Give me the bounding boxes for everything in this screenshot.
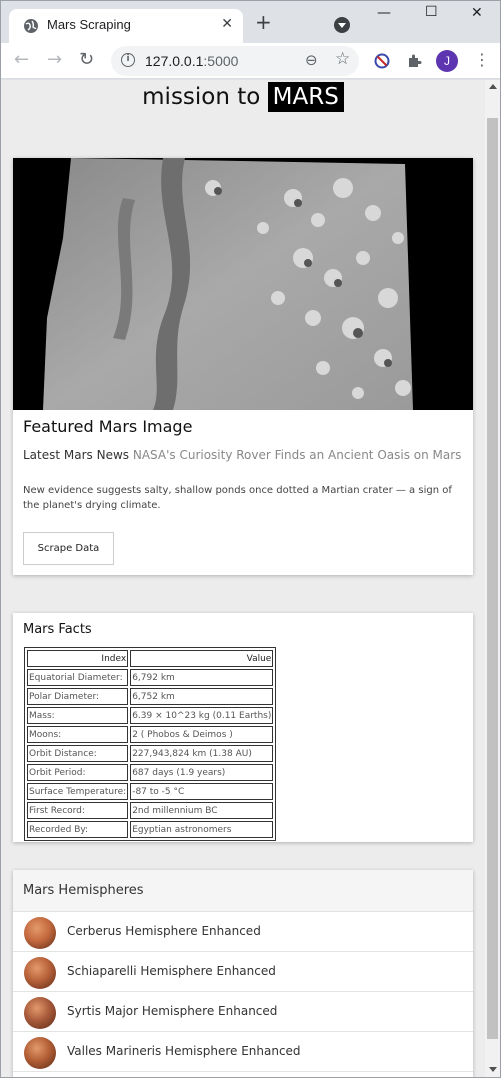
mars-facts-title: Mars Facts <box>23 622 92 637</box>
featured-mars-image[interactable] <box>13 158 473 410</box>
page-title: mission to MARS <box>1 82 485 112</box>
table-row: Surface Temperature: -87 to -5 °C <box>27 783 274 800</box>
hemispheres-card: Mars Hemispheres Cerberus Hemisphere Enh… <box>13 870 473 1077</box>
close-tab-icon[interactable]: ✕ <box>221 16 233 32</box>
fact-value-cell: 6.39 × 10^23 kg (0.11 Earths) <box>130 707 274 724</box>
fact-index-cell: Surface Temperature: <box>27 783 129 800</box>
hemisphere-thumbnail[interactable] <box>23 1037 57 1069</box>
fact-value-cell: 6,752 km <box>130 688 274 705</box>
fact-index-cell: Polar Diameter: <box>27 688 129 705</box>
title-prefix: mission to <box>142 84 261 110</box>
page-viewport: mission to MARS Featured Mars Image Late… <box>1 80 500 1077</box>
fact-value-cell: -87 to -5 °C <box>130 783 274 800</box>
back-icon[interactable]: ← <box>14 50 29 70</box>
profile-avatar[interactable]: J <box>436 50 458 72</box>
hemisphere-label[interactable]: Syrtis Major Hemisphere Enhanced <box>67 1004 277 1018</box>
fact-index-cell: Equatorial Diameter: <box>27 669 129 686</box>
url-port: :5000 <box>203 53 239 69</box>
reload-icon[interactable]: ↻ <box>79 50 94 70</box>
fact-value-cell: 687 days (1.9 years) <box>130 764 274 781</box>
forward-icon[interactable]: → <box>47 50 62 70</box>
fact-value-cell: 2nd millennium BC <box>130 802 274 819</box>
mars-planet-icon <box>24 917 56 949</box>
mars-facts-card: Mars Facts Index Value Equatorial Diamet… <box>13 613 473 842</box>
facts-table-body: Equatorial Diameter: 6,792 km Polar Diamet… <box>27 669 274 838</box>
hemisphere-label[interactable]: Cerberus Hemisphere Enhanced <box>67 924 261 938</box>
browser-window: Mars Scraping ✕ + — ☐ ✕ ← → ↻ i 127.0.0.… <box>0 0 501 1078</box>
fact-index-cell: Recorded By: <box>27 821 129 838</box>
zoom-icon[interactable]: ⊖ <box>305 51 318 69</box>
fact-value-cell: 2 ( Phobos & Deimos ) <box>130 726 274 743</box>
fact-value-cell: 6,792 km <box>130 669 274 686</box>
mars-planet-icon <box>24 997 56 1029</box>
scrollbar-thumb[interactable] <box>487 118 498 1039</box>
site-info-icon[interactable]: i <box>121 53 135 67</box>
tab-strip: Mars Scraping ✕ + — ☐ ✕ <box>1 1 500 43</box>
mars-planet-icon <box>24 1037 56 1069</box>
fact-index-cell: Orbit Distance: <box>27 745 129 762</box>
mars-facts-table: Index Value Equatorial Diameter: 6,792 km… <box>24 647 277 841</box>
news-teaser: New evidence suggests salty, shallow pon… <box>23 485 452 511</box>
table-row: Mass: 6.39 × 10^23 kg (0.11 Earths) <box>27 707 274 724</box>
minimize-icon[interactable]: — <box>377 5 391 21</box>
hemisphere-thumbnail[interactable] <box>23 997 57 1029</box>
mars-planet-icon <box>24 957 56 989</box>
globe-icon <box>24 19 38 33</box>
extensions-puzzle-icon[interactable] <box>406 53 422 69</box>
list-item[interactable]: Schiaparelli Hemisphere Enhanced <box>13 952 473 992</box>
value-column-header: Value <box>130 650 274 667</box>
featured-card: Featured Mars Image Latest Mars News NAS… <box>13 158 473 575</box>
hemispheres-header: Mars Hemispheres <box>13 870 473 912</box>
maximize-icon[interactable]: ☐ <box>425 4 438 20</box>
new-tab-icon[interactable]: + <box>255 12 272 32</box>
index-column-header: Index <box>27 650 129 667</box>
list-item[interactable]: Valles Marineris Hemisphere Enhanced <box>13 1032 473 1072</box>
hemisphere-label[interactable]: Schiaparelli Hemisphere Enhanced <box>67 964 276 978</box>
browser-tab[interactable]: Mars Scraping ✕ <box>9 9 243 43</box>
url-host: 127.0.0.1 <box>145 53 204 69</box>
fact-value-cell: 227,943,824 km (1.38 AU) <box>130 745 274 762</box>
hemisphere-thumbnail[interactable] <box>23 917 57 949</box>
list-item[interactable]: Syrtis Major Hemisphere Enhanced <box>13 992 473 1032</box>
table-row: Polar Diameter: 6,752 km <box>27 688 274 705</box>
bookmark-star-icon[interactable]: ☆ <box>335 49 350 69</box>
blocker-extension-icon[interactable] <box>374 53 390 69</box>
more-menu-icon[interactable]: ⋮ <box>474 50 490 70</box>
browser-toolbar: ← → ↻ i 127.0.0.1:5000 ⊖ ☆ J ⋮ <box>1 43 500 79</box>
fact-index-cell: Orbit Period: <box>27 764 129 781</box>
table-row: Recorded By: Egyptian astronomers <box>27 821 274 838</box>
table-row: Equatorial Diameter: 6,792 km <box>27 669 274 686</box>
table-row: Orbit Distance: 227,943,824 km (1.38 AU) <box>27 745 274 762</box>
featured-image-title: Featured Mars Image <box>23 417 193 436</box>
mars-surface-image <box>13 158 473 410</box>
table-row: First Record: 2nd millennium BC <box>27 802 274 819</box>
fact-index-cell: Mass: <box>27 707 129 724</box>
title-highlight: MARS <box>267 82 344 112</box>
list-item[interactable]: Cerberus Hemisphere Enhanced <box>13 912 473 952</box>
hemispheres-title: Mars Hemispheres <box>23 883 144 898</box>
table-row: Orbit Period: 687 days (1.9 years) <box>27 764 274 781</box>
tab-title: Mars Scraping <box>47 17 131 32</box>
news-title-link[interactable]: NASA's Curiosity Rover Finds an Ancient … <box>133 448 462 462</box>
latest-news: Latest Mars News NASA's Curiosity Rover … <box>23 448 461 462</box>
address-bar[interactable]: i 127.0.0.1:5000 ⊖ ☆ <box>111 46 359 76</box>
url-text: 127.0.0.1:5000 <box>145 53 238 69</box>
news-label: Latest Mars News <box>23 448 130 462</box>
fact-value-cell: Egyptian astronomers <box>130 821 274 838</box>
fact-index-cell: Moons: <box>27 726 129 743</box>
scroll-down-icon[interactable] <box>489 1067 497 1072</box>
table-header-row: Index Value <box>27 650 274 667</box>
scrape-data-button[interactable]: Scrape Data <box>23 532 114 565</box>
scroll-up-icon[interactable] <box>489 84 497 89</box>
tab-search-icon[interactable] <box>334 17 350 33</box>
hemisphere-thumbnail[interactable] <box>23 957 57 989</box>
fact-index-cell: First Record: <box>27 802 129 819</box>
hemisphere-label[interactable]: Valles Marineris Hemisphere Enhanced <box>67 1044 301 1058</box>
close-window-icon[interactable]: ✕ <box>471 5 483 21</box>
table-row: Moons: 2 ( Phobos & Deimos ) <box>27 726 274 743</box>
page-scrollbar[interactable] <box>485 80 500 1077</box>
